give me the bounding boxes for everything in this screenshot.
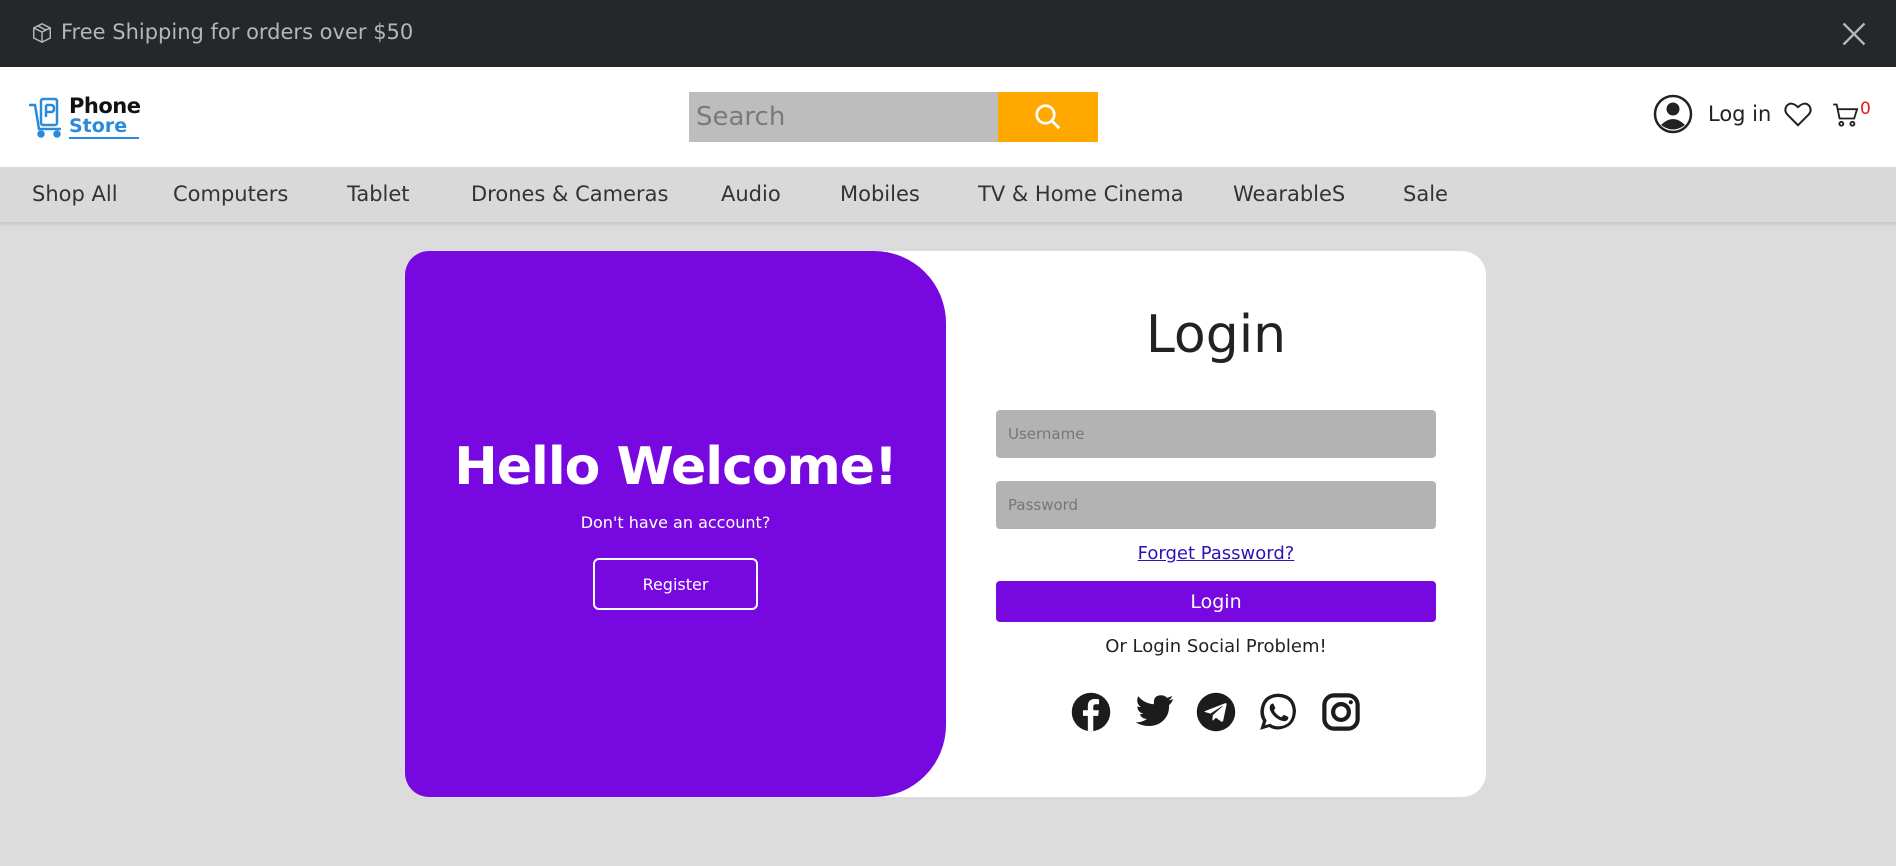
- nav-item-drones-cameras[interactable]: Drones & Cameras: [471, 182, 668, 206]
- facebook-icon[interactable]: [1070, 691, 1112, 733]
- telegram-icon[interactable]: [1195, 691, 1237, 733]
- search-bar: [689, 92, 1098, 142]
- nav-item-audio[interactable]: Audio: [721, 182, 781, 206]
- logo-text-store: Store: [69, 115, 140, 139]
- heart-icon[interactable]: [1783, 99, 1813, 129]
- twitter-icon[interactable]: [1133, 691, 1175, 733]
- nav-item-shop-all[interactable]: Shop All: [32, 182, 118, 206]
- announcement-bar: Free Shipping for orders over $50: [0, 0, 1896, 67]
- nav-item-tablet[interactable]: Tablet: [347, 182, 410, 206]
- login-link[interactable]: Log in: [1653, 94, 1771, 134]
- whatsapp-icon[interactable]: [1257, 691, 1299, 733]
- password-field[interactable]: [996, 481, 1436, 529]
- login-title: Login: [1145, 305, 1287, 365]
- site-header: Phone Store Log in 0: [0, 67, 1896, 167]
- shipping-message: Free Shipping for orders over $50: [61, 20, 414, 44]
- cart-icon[interactable]: [1832, 101, 1860, 129]
- welcome-title: Hello Welcome!: [454, 437, 898, 497]
- welcome-panel: Hello Welcome! Don't have an account? Re…: [405, 251, 946, 797]
- search-input[interactable]: [689, 92, 998, 142]
- search-button[interactable]: [998, 92, 1098, 142]
- logo[interactable]: Phone Store: [27, 94, 141, 139]
- close-icon[interactable]: [1840, 20, 1868, 48]
- cart-count-badge: 0: [1860, 99, 1871, 119]
- instagram-icon[interactable]: [1320, 691, 1362, 733]
- nav-item-wearables[interactable]: WearableS: [1233, 182, 1345, 206]
- nav-item-computers[interactable]: Computers: [173, 182, 288, 206]
- category-nav: Shop All Computers Tablet Drones & Camer…: [0, 167, 1896, 222]
- register-button[interactable]: Register: [593, 558, 758, 610]
- username-field[interactable]: [996, 410, 1436, 458]
- nav-item-sale[interactable]: Sale: [1403, 182, 1448, 206]
- login-button[interactable]: Login: [996, 581, 1436, 622]
- search-icon: [1035, 104, 1061, 130]
- phone-cart-logo-icon: [29, 97, 61, 138]
- forget-password-link[interactable]: Forget Password?: [946, 543, 1486, 564]
- nav-item-tv-home-cinema[interactable]: TV & Home Cinema: [978, 182, 1184, 206]
- no-account-text: Don't have an account?: [580, 513, 771, 532]
- nav-item-mobiles[interactable]: Mobiles: [840, 182, 920, 206]
- login-label: Log in: [1708, 102, 1772, 126]
- user-icon: [1653, 94, 1693, 134]
- logo-text-phone: Phone: [69, 94, 141, 118]
- social-login-text: Or Login Social Problem!: [1105, 636, 1327, 657]
- package-icon: [33, 23, 51, 43]
